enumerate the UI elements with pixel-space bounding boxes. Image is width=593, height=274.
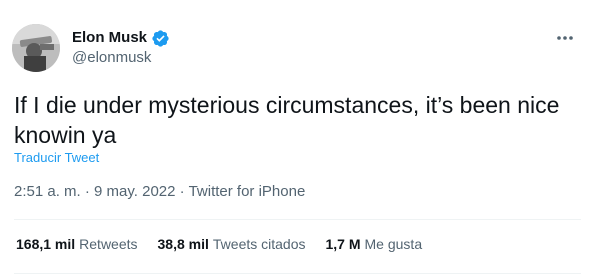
avatar[interactable] xyxy=(12,24,60,72)
verified-badge-icon xyxy=(152,29,169,47)
tweet-card: Elon Musk @elonmusk If I die under myste… xyxy=(0,0,593,274)
tweet-header: Elon Musk @elonmusk xyxy=(12,24,170,72)
likes-count: 1,7 M xyxy=(325,236,361,252)
retweets-count: 168,1 mil xyxy=(16,236,76,252)
likes-stat[interactable]: 1,7 M Me gusta xyxy=(326,236,423,252)
divider xyxy=(14,219,581,220)
quote-tweets-count: 38,8 mil xyxy=(157,236,209,252)
tweet-stats: 168,1 mil Retweets 38,8 mil Tweets citad… xyxy=(16,236,442,252)
avatar-image xyxy=(12,24,60,72)
name-row: Elon Musk xyxy=(72,28,170,48)
more-horizontal-icon xyxy=(557,36,573,40)
translate-tweet-link[interactable]: Traducir Tweet xyxy=(14,150,99,165)
user-handle[interactable]: @elonmusk xyxy=(72,48,170,68)
retweets-stat[interactable]: 168,1 mil Retweets xyxy=(16,236,138,252)
meta-separator: · xyxy=(84,183,95,200)
tweet-meta: 2:51 a. m. · 9 may. 2022 · Twitter for i… xyxy=(14,183,305,200)
quote-tweets-label: Tweets citados xyxy=(212,236,306,252)
tweet-source[interactable]: Twitter for iPhone xyxy=(189,183,306,200)
likes-label: Me gusta xyxy=(364,236,423,252)
user-names: Elon Musk @elonmusk xyxy=(72,28,170,68)
quote-tweets-stat[interactable]: 38,8 mil Tweets citados xyxy=(158,236,306,252)
more-options-button[interactable] xyxy=(553,30,577,46)
meta-separator: · xyxy=(179,183,189,200)
tweet-text: If I die under mysterious circumstances,… xyxy=(14,92,560,148)
tweet-time[interactable]: 2:51 a. m. xyxy=(14,183,81,200)
display-name[interactable]: Elon Musk xyxy=(72,28,147,48)
retweets-label: Retweets xyxy=(79,236,138,252)
tweet-date[interactable]: 9 may. 2022 xyxy=(94,183,175,200)
